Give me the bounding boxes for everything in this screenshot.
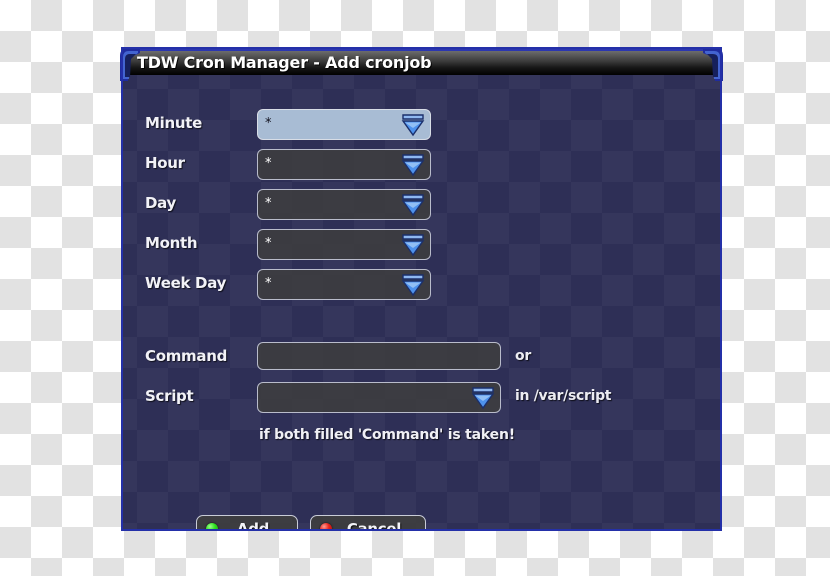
- dropdown-week-day-value: *: [265, 276, 272, 291]
- label-minute: Minute: [145, 114, 202, 132]
- command-suffix-text: or: [515, 348, 531, 364]
- window-title: TDW Cron Manager - Add cronjob: [137, 53, 432, 72]
- form-row-script: Script in /var/script: [123, 382, 720, 414]
- titlebar[interactable]: TDW Cron Manager - Add cronjob: [123, 49, 720, 75]
- chevron-down-icon[interactable]: [400, 192, 426, 218]
- form-row-month: Month *: [123, 229, 720, 261]
- form-row-week-day: Week Day *: [123, 269, 720, 301]
- dropdown-day[interactable]: *: [257, 189, 431, 220]
- chevron-down-icon[interactable]: [400, 232, 426, 258]
- dropdown-day-value: *: [265, 196, 272, 211]
- label-day: Day: [145, 194, 176, 212]
- window-corner-ornament-icon: [703, 48, 723, 81]
- form-hint-text: if both filled 'Command' is taken!: [259, 427, 515, 443]
- dialog-body: Minute * Hour * Day * Month * Week Day *…: [123, 75, 720, 529]
- command-input[interactable]: [257, 342, 501, 370]
- dropdown-week-day[interactable]: *: [257, 269, 431, 300]
- dialog-window: Minute * Hour * Day * Month * Week Day *…: [120, 47, 723, 531]
- dropdown-minute-value: *: [265, 116, 272, 131]
- add-button-label: Add: [236, 520, 270, 529]
- chevron-down-icon[interactable]: [400, 152, 426, 178]
- form-row-hour: Hour *: [123, 149, 720, 181]
- dropdown-hour[interactable]: *: [257, 149, 431, 180]
- label-command: Command: [145, 347, 228, 365]
- add-button[interactable]: Add: [196, 515, 298, 529]
- chevron-down-icon[interactable]: [400, 272, 426, 298]
- script-dropdown[interactable]: [257, 382, 501, 413]
- label-script: Script: [145, 387, 194, 405]
- form-row-command: Command or: [123, 342, 720, 374]
- dropdown-month-value: *: [265, 236, 272, 251]
- script-suffix-text: in /var/script: [515, 388, 612, 404]
- dropdown-hour-value: *: [265, 156, 272, 171]
- window-corner-ornament-icon: [120, 48, 140, 81]
- form-row-day: Day *: [123, 189, 720, 221]
- form-row-minute: Minute *: [123, 109, 720, 141]
- label-month: Month: [145, 234, 198, 252]
- dropdown-minute[interactable]: *: [257, 109, 431, 140]
- cancel-button[interactable]: Cancel: [310, 515, 426, 529]
- label-hour: Hour: [145, 154, 185, 172]
- chevron-down-icon[interactable]: [470, 385, 496, 411]
- dropdown-month[interactable]: *: [257, 229, 431, 260]
- label-week-day: Week Day: [145, 274, 227, 292]
- cancel-button-label: Cancel: [346, 520, 402, 529]
- chevron-down-icon[interactable]: [400, 112, 426, 138]
